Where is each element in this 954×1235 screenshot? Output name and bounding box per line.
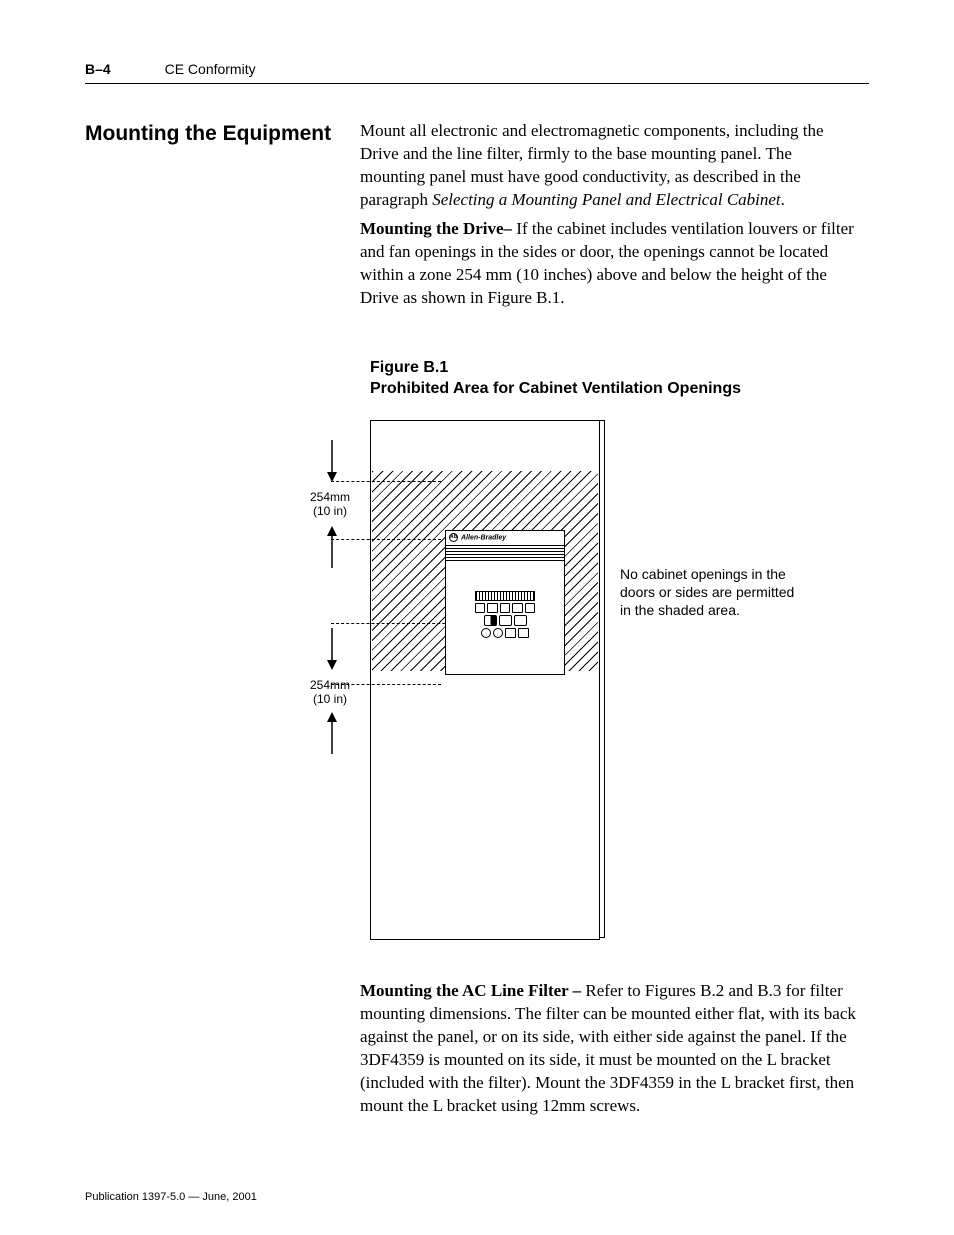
paragraph-1: Mount all electronic and electromagnetic… xyxy=(360,120,860,212)
section-heading: Mounting the Equipment xyxy=(85,120,331,148)
figure-number: Figure B.1 xyxy=(370,359,448,376)
brand-logo-icon: AB xyxy=(449,533,458,542)
cabinet-outline xyxy=(370,420,600,940)
figure-b1: ABAllen-Bradley 254mm (10 in) 254mm (10 … xyxy=(300,410,840,950)
para1-italic: Selecting a Mounting Panel and Electrica… xyxy=(432,190,780,209)
dim-in-lower: (10 in) xyxy=(313,692,347,706)
dim-in-upper: (10 in) xyxy=(313,504,347,518)
drive-display-panel xyxy=(475,591,535,638)
paragraph-3: Mounting the AC Line Filter – Refer to F… xyxy=(360,980,860,1118)
drive-button-row-1 xyxy=(475,603,535,613)
para2-bold: Mounting the Drive– xyxy=(360,219,516,238)
dim-mm-upper: 254mm xyxy=(310,490,350,504)
para3-bold: Mounting the AC Line Filter – xyxy=(360,981,585,1000)
paragraph-2: Mounting the Drive– If the cabinet inclu… xyxy=(360,218,860,310)
dimension-label-lower: 254mm (10 in) xyxy=(300,678,360,707)
publication-footer: Publication 1397-5.0 — June, 2001 xyxy=(85,1190,257,1205)
header-section: CE Conformity xyxy=(165,61,256,77)
page-number: B–4 xyxy=(85,60,111,79)
para1-text-b: . xyxy=(781,190,785,209)
drive-vent-lines xyxy=(446,548,564,561)
drive-button-row-3 xyxy=(475,628,535,638)
dim-mm-lower: 254mm xyxy=(310,678,350,692)
dash-line-2 xyxy=(331,539,441,540)
figure-caption: Prohibited Area for Cabinet Ventilation … xyxy=(370,380,741,397)
dimension-label-upper: 254mm (10 in) xyxy=(300,490,360,519)
dash-line-1 xyxy=(331,481,441,482)
drive-brand-text: Allen-Bradley xyxy=(461,534,506,541)
figure-side-note: No cabinet openings in the doors or side… xyxy=(620,565,800,620)
page-header: B–4 CE Conformity xyxy=(85,60,869,84)
drive-brand-label: ABAllen-Bradley xyxy=(446,531,564,546)
figure-title: Figure B.1 Prohibited Area for Cabinet V… xyxy=(370,358,741,400)
drive-screen-icon xyxy=(475,591,535,601)
drive-unit: ABAllen-Bradley xyxy=(445,530,565,675)
drive-button-row-2 xyxy=(475,615,535,626)
para3-text: Refer to Figures B.2 and B.3 for filter … xyxy=(360,981,856,1115)
